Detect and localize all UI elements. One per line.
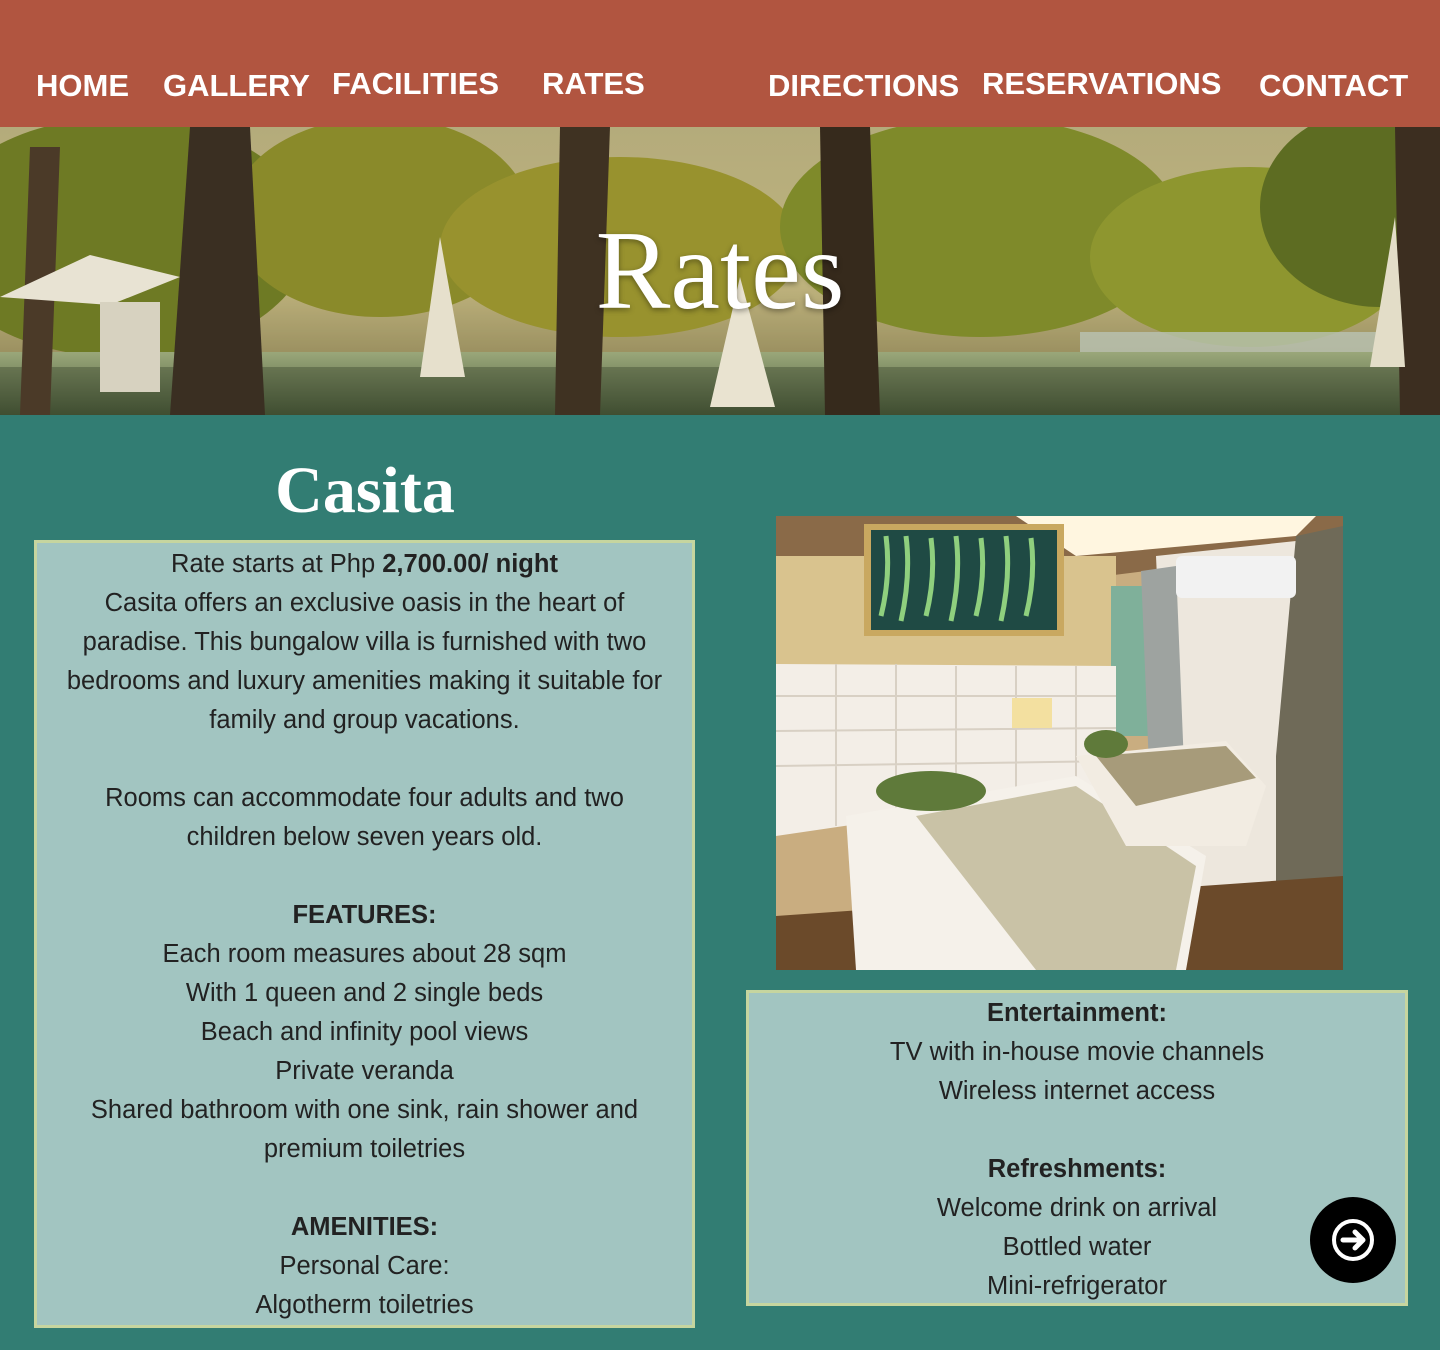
bedroom-image <box>776 516 1343 970</box>
rate-line: Rate starts at Php 2,700.00/ night <box>37 545 692 584</box>
description-line: paradise. This bungalow villa is furnish… <box>82 628 647 656</box>
nav-facilities[interactable]: FACILITIES <box>332 66 499 102</box>
personal-care-label: Personal Care: <box>279 1252 450 1280</box>
feature-item: Private veranda <box>275 1057 454 1085</box>
description-line: family and group vacations. <box>209 706 520 734</box>
arrow-right-icon <box>1332 1219 1374 1261</box>
refreshment-item: Mini-refrigerator <box>987 1272 1167 1300</box>
nav-directions[interactable]: DIRECTIONS <box>768 68 959 104</box>
feature-item: Beach and infinity pool views <box>200 1018 529 1046</box>
next-page-button[interactable] <box>1310 1197 1396 1283</box>
amenity-item: Algotherm toiletries <box>255 1291 474 1319</box>
entertainment-item: TV with in-house movie channels <box>889 1038 1265 1066</box>
description-line: Casita offers an exclusive oasis in the … <box>104 589 625 617</box>
room-photo <box>776 516 1343 970</box>
nav-contact[interactable]: CONTACT <box>1259 68 1408 104</box>
rate-prefix: Rate starts at Php <box>171 550 383 578</box>
feature-item: Each room measures about 28 sqm <box>162 940 567 968</box>
description-line: bedrooms and luxury amenities making it … <box>66 667 663 695</box>
nav-home[interactable]: HOME <box>36 68 129 104</box>
entertainment-item: Wireless internet access <box>938 1077 1216 1105</box>
capacity-line: children below seven years old. <box>186 823 543 851</box>
hero-banner: Rates <box>0 127 1440 415</box>
feature-item: premium toiletries <box>263 1135 466 1163</box>
room-title: Casita <box>275 454 455 527</box>
room-details-card: Rate starts at Php 2,700.00/ night Casit… <box>34 540 695 1328</box>
room-extras-card: Entertainment: TV with in-house movie ch… <box>746 990 1408 1306</box>
refreshment-item: Welcome drink on arrival <box>936 1194 1218 1222</box>
feature-item: With 1 queen and 2 single beds <box>185 979 544 1007</box>
capacity-line: Rooms can accommodate four adults and tw… <box>105 784 624 812</box>
feature-item: Shared bathroom with one sink, rain show… <box>90 1096 639 1124</box>
nav-reservations[interactable]: RESERVATIONS <box>982 66 1221 102</box>
refreshment-item: Bottled water <box>1002 1233 1152 1261</box>
refreshments-heading: Refreshments: <box>987 1155 1167 1183</box>
rate-value: 2,700.00/ night <box>382 550 558 578</box>
entertainment-heading: Entertainment: <box>987 999 1167 1027</box>
features-heading: FEATURES: <box>292 901 437 929</box>
nav-gallery[interactable]: GALLERY <box>163 68 310 104</box>
top-nav: HOME GALLERY FACILITIES RATES DIRECTIONS… <box>0 0 1440 127</box>
page-title: Rates <box>595 209 845 333</box>
amenities-heading: AMENITIES: <box>290 1213 439 1241</box>
nav-rates[interactable]: RATES <box>542 66 645 102</box>
